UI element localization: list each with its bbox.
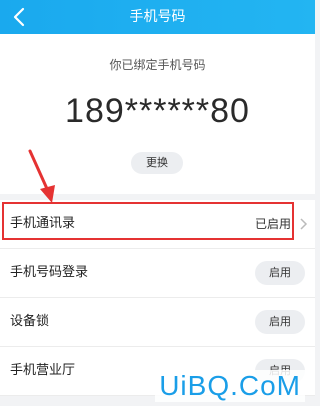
row-phone-login-label: 手机号码登录 (10, 265, 89, 280)
page-title: 手机号码 (129, 9, 186, 25)
change-phone-button[interactable]: 更换 (131, 152, 183, 174)
chevron-right-icon (300, 218, 308, 230)
bound-phone-label: 你已绑定手机号码 (109, 58, 206, 72)
annotation-arrow-icon (28, 149, 55, 203)
row-device-lock-label: 设备锁 (10, 314, 50, 329)
watermark-logo: UiBQ.CoM (155, 370, 305, 402)
row-contacts[interactable]: 手机通讯录 已启用 (0, 200, 315, 249)
row-contacts-label: 手机通讯录 (10, 216, 76, 231)
row-device-lock: 设备锁 启用 (0, 298, 315, 347)
top-bar: 手机号码 (0, 0, 315, 34)
row-mobile-hall-label: 手机营业厅 (10, 363, 76, 378)
row-phone-login: 手机号码登录 启用 (0, 249, 315, 298)
phone-number: 189******80 (65, 92, 250, 130)
enable-phone-login-button[interactable]: 启用 (255, 261, 305, 285)
settings-list: 手机通讯录 已启用 手机号码登录 启用 设备锁 启用 手机营业厅 启用 (0, 200, 315, 396)
enable-device-lock-button[interactable]: 启用 (255, 310, 305, 334)
row-contacts-status: 已启用 (254, 217, 291, 231)
